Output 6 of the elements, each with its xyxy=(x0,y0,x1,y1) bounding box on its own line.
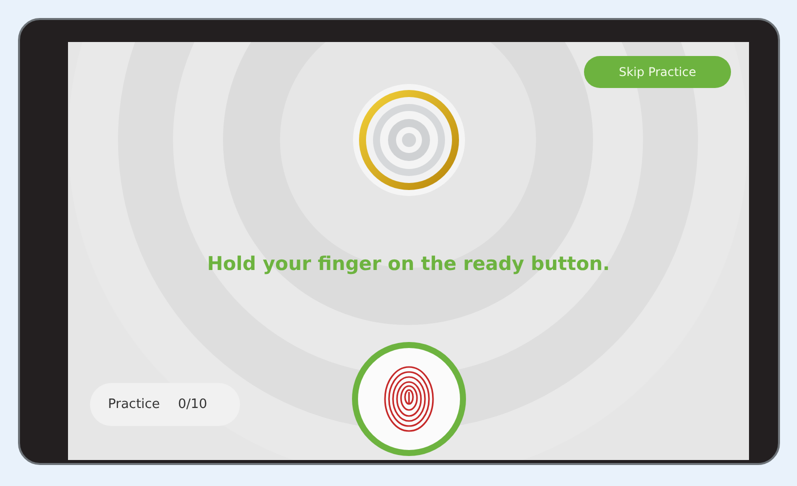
skip-practice-button[interactable]: Skip Practice xyxy=(584,56,731,88)
practice-label: Practice xyxy=(108,397,160,412)
target-icon xyxy=(350,82,466,198)
instruction-text: Hold your finger on the ready button. xyxy=(206,252,611,276)
fingerprint-icon xyxy=(384,366,434,432)
practice-count: 0/10 xyxy=(178,397,208,412)
